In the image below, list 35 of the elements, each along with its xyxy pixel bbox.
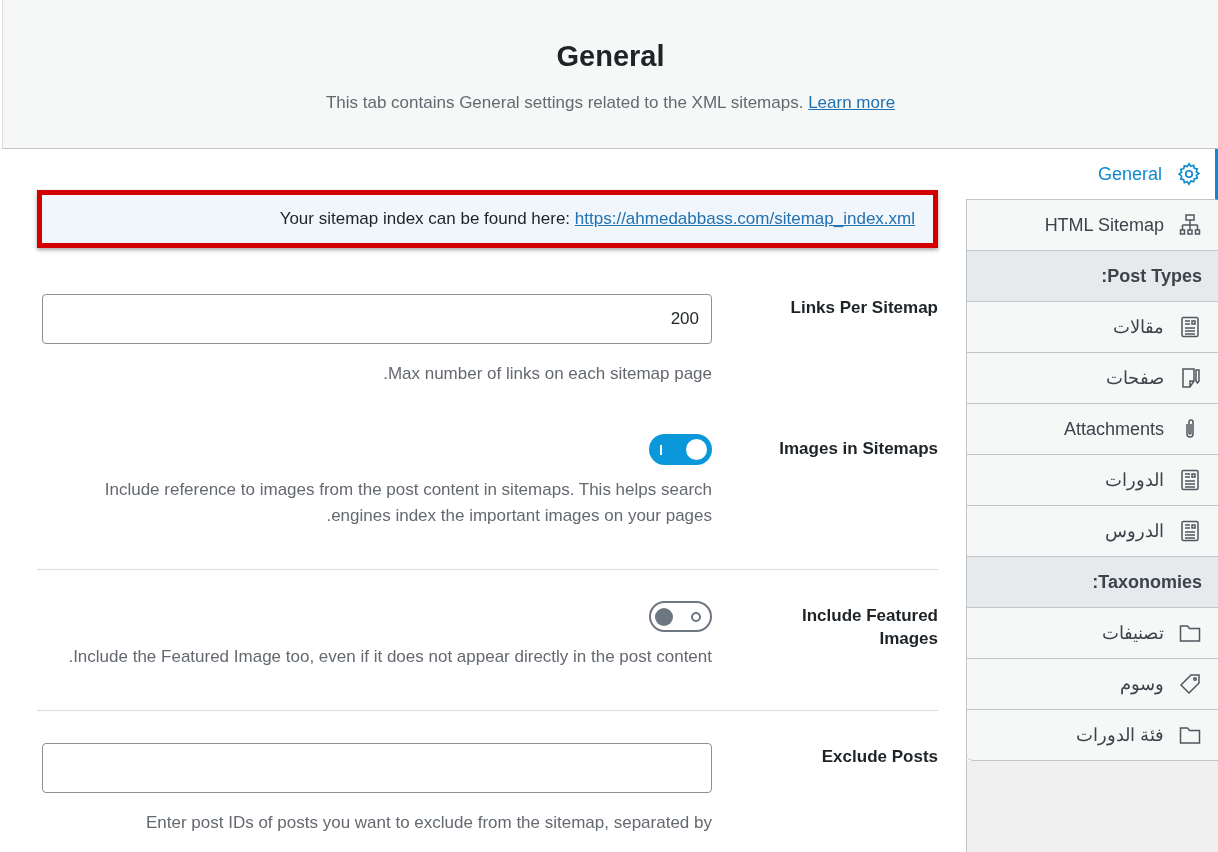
setting-label: Include Featured Images [800,605,938,650]
page-title: General [556,40,665,73]
setting-label: Images in Sitemaps [778,438,938,460]
sidebar-item[interactable]: الدورات [967,455,1218,506]
sidebar-item[interactable]: Attachments [967,404,1218,455]
settings-icon [1176,161,1202,187]
document-icon [1178,315,1202,339]
sidebar-item[interactable]: تصنيفات [967,608,1218,659]
sitemap-link[interactable]: https://ahmedabbass.com/sitemap_index.xml [574,209,915,228]
sidebar-item[interactable]: HTML Sitemap [967,200,1218,251]
sitemap-icon [1178,213,1202,237]
sidebar-item[interactable]: General [966,149,1218,200]
text-field[interactable] [42,743,712,793]
sidebar-heading: Taxonomies: [967,557,1218,608]
learn-more-link[interactable]: Learn more [808,93,896,112]
sidebar-item[interactable]: الدروس [967,506,1218,557]
setting-description: Include the Featured Image too, even if it does not appear directly in the post content. [68,646,712,668]
text-field[interactable]: 200 [42,294,712,344]
document-icon [1178,519,1202,543]
setting-description: Include reference to images from the post content in sitemaps. This helps search engines index the important images on your pages. [103,479,712,527]
page-description: This tab contains General settings related to the XML sitemaps. Learn more [325,93,896,113]
sidebar-item[interactable]: فئة الدورات [967,710,1218,761]
toggle-switch[interactable] [649,601,712,632]
sidebar-item[interactable]: مقالات [967,302,1218,353]
toggle-switch[interactable] [649,434,712,465]
setting-label: Links Per Sitemap [789,297,938,319]
document-icon [1178,468,1202,492]
sidebar-item[interactable]: وسوم [967,659,1218,710]
notice-text: Your sitemap index can be found here: [279,209,571,228]
sidebar-heading: Post Types: [967,251,1218,302]
setting-label: Exclude Posts [820,746,938,768]
setting-description: Enter post IDs of posts you want to exclude from the sitemap, separated by [146,812,712,834]
tag-icon [1178,672,1202,696]
sidebar-item[interactable]: صفحات [967,353,1218,404]
setting-description: Max number of links on each sitemap page. [383,363,712,385]
